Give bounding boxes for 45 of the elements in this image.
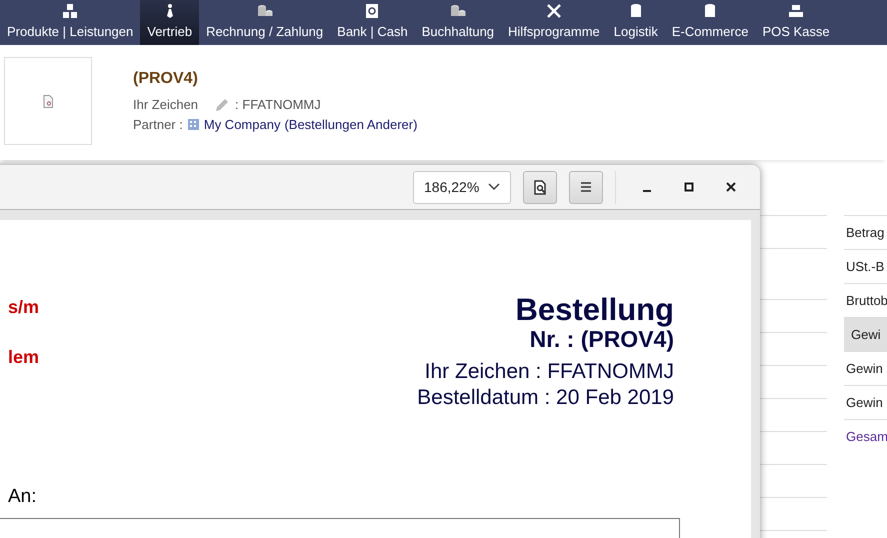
- nav-tab[interactable]: Vertrieb: [140, 0, 200, 45]
- table-row[interactable]: Gewin: [844, 351, 887, 385]
- safe-icon: [364, 2, 380, 18]
- partner-label: Partner :: [133, 116, 183, 134]
- thumbnail[interactable]: [4, 57, 92, 145]
- partner-link[interactable]: My Company: [204, 114, 280, 134]
- building-icon: [186, 118, 200, 131]
- menu-button[interactable]: [569, 170, 603, 204]
- reference-line: Ihr Zeichen : FFATNOMMJ: [424, 358, 674, 385]
- nav-tab[interactable]: Bank | Cash: [330, 0, 415, 45]
- document-search-icon: [534, 180, 546, 194]
- maximize-icon: [684, 182, 694, 192]
- nav-tab[interactable]: Rechnung / Zahlung: [199, 0, 330, 45]
- nav-tab[interactable]: E-Commerce: [664, 0, 756, 45]
- chevron-down-icon: [488, 183, 500, 191]
- boxes-icon: [62, 2, 78, 18]
- table-link[interactable]: Gesam: [844, 419, 887, 453]
- record-title: (PROV4): [133, 69, 199, 89]
- nav-tab[interactable]: Produkte | Leistungen: [0, 0, 140, 45]
- nav-tab[interactable]: POS Kasse: [755, 0, 837, 45]
- table-row[interactable]: USt.-B: [844, 249, 887, 283]
- company-text: s/m: [8, 298, 40, 316]
- menu-icon: [580, 182, 592, 192]
- company-text: lem: [8, 348, 40, 366]
- order-date: Bestelldatum : 20 Feb 2019: [417, 384, 674, 411]
- table-row[interactable]: Gewin: [844, 385, 887, 419]
- document-icon: [43, 94, 53, 108]
- zoom-select[interactable]: 186,22%: [413, 170, 511, 204]
- nav-tab[interactable]: Buchhaltung: [414, 0, 502, 45]
- nav-tab[interactable]: Hilfsprogramme: [501, 0, 607, 45]
- order-number: Nr. : (PROV4): [530, 326, 674, 351]
- minimize-icon: [643, 190, 651, 192]
- document-search-button[interactable]: [523, 170, 557, 204]
- document-title: Bestellung: [514, 294, 674, 327]
- other-orders-link[interactable]: (Bestellungen Anderer): [284, 114, 418, 134]
- coins-icon: [450, 2, 466, 18]
- table-row[interactable]: Gewi: [844, 317, 887, 351]
- table-row[interactable]: Betrag: [844, 215, 887, 249]
- cash-register-icon: [788, 2, 804, 18]
- coins-icon: [256, 2, 273, 18]
- recipient-label: An:: [8, 486, 37, 508]
- reference-value: : FFATNOMMJ: [235, 96, 321, 114]
- close-icon: [726, 182, 736, 192]
- reference-label: Ihr Zeichen: [133, 96, 198, 114]
- nav-tab[interactable]: Logistik: [606, 0, 665, 45]
